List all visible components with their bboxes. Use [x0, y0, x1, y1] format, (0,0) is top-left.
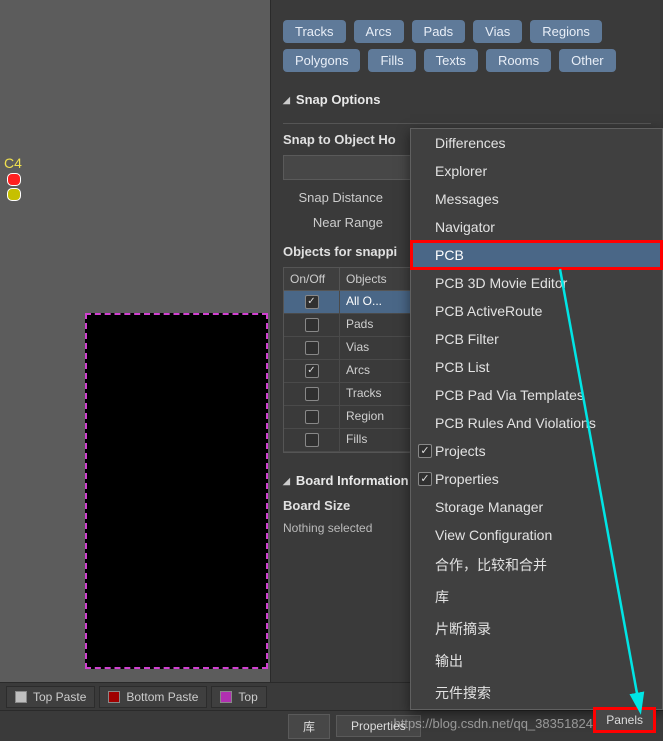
- filter-chip[interactable]: Tracks: [283, 20, 346, 43]
- menu-item[interactable]: Explorer: [411, 157, 662, 185]
- menu-item[interactable]: PCB List: [411, 353, 662, 381]
- menu-item[interactable]: 库: [411, 581, 662, 613]
- layer-tab[interactable]: Bottom Paste: [99, 686, 207, 708]
- filter-chip[interactable]: Vias: [473, 20, 522, 43]
- menu-item[interactable]: Projects: [411, 437, 662, 465]
- layer-tab-label: Top Paste: [33, 690, 86, 704]
- layer-tab[interactable]: Top: [211, 686, 266, 708]
- menu-item[interactable]: PCB: [411, 241, 662, 269]
- layer-swatch-icon: [15, 691, 27, 703]
- snap-distance-label: Snap Distance: [283, 190, 393, 205]
- table-row[interactable]: Fills: [284, 429, 422, 452]
- checkbox[interactable]: [305, 341, 319, 355]
- menu-item[interactable]: PCB Rules And Violations: [411, 409, 662, 437]
- checkbox[interactable]: [305, 295, 319, 309]
- menu-item[interactable]: 输出: [411, 645, 662, 677]
- menu-item[interactable]: Navigator: [411, 213, 662, 241]
- layer-tab-label: Bottom Paste: [126, 690, 198, 704]
- component-pad: [7, 188, 21, 201]
- snapping-objects-table: On/Off Objects All O...PadsViasArcsTrack…: [283, 267, 423, 453]
- filter-chip[interactable]: Fills: [368, 49, 415, 72]
- filter-chip[interactable]: Pads: [412, 20, 466, 43]
- menu-item[interactable]: Messages: [411, 185, 662, 213]
- menu-item[interactable]: PCB Pad Via Templates: [411, 381, 662, 409]
- board-outline: [85, 313, 268, 669]
- table-row[interactable]: Region: [284, 406, 422, 429]
- near-range-label: Near Range: [283, 215, 393, 230]
- checkbox[interactable]: [305, 364, 319, 378]
- filter-chip[interactable]: Regions: [530, 20, 602, 43]
- layer-swatch-icon: [108, 691, 120, 703]
- checkbox[interactable]: [305, 410, 319, 424]
- menu-item[interactable]: Properties: [411, 465, 662, 493]
- component-designator: C4: [4, 155, 22, 171]
- lib-button[interactable]: 库: [288, 714, 330, 739]
- properties-button[interactable]: Properties: [336, 715, 421, 737]
- component-pad: [7, 173, 21, 186]
- table-row[interactable]: Tracks: [284, 383, 422, 406]
- checkbox[interactable]: [305, 387, 319, 401]
- table-row[interactable]: All O...: [284, 291, 422, 314]
- filter-chip[interactable]: Polygons: [283, 49, 360, 72]
- filter-chip-row: Tracks Arcs Pads Vias Regions: [283, 20, 651, 43]
- menu-item[interactable]: PCB 3D Movie Editor: [411, 269, 662, 297]
- menu-item[interactable]: View Configuration: [411, 521, 662, 549]
- panels-context-menu: DifferencesExplorerMessagesNavigatorPCBP…: [410, 128, 663, 710]
- checkbox[interactable]: [305, 318, 319, 332]
- layer-tab[interactable]: Top Paste: [6, 686, 95, 708]
- filter-chip[interactable]: Texts: [424, 49, 478, 72]
- layer-swatch-icon: [220, 691, 232, 703]
- menu-item[interactable]: Differences: [411, 129, 662, 157]
- menu-item[interactable]: Storage Manager: [411, 493, 662, 521]
- bottom-bar: 库 Properties: [0, 710, 663, 741]
- table-row[interactable]: Pads: [284, 314, 422, 337]
- menu-item[interactable]: PCB ActiveRoute: [411, 297, 662, 325]
- filter-chip[interactable]: Rooms: [486, 49, 551, 72]
- table-row[interactable]: Arcs: [284, 360, 422, 383]
- table-row[interactable]: Vias: [284, 337, 422, 360]
- panels-button[interactable]: Panels: [593, 707, 656, 733]
- menu-item[interactable]: 片断摘录: [411, 613, 662, 645]
- menu-item[interactable]: PCB Filter: [411, 325, 662, 353]
- editor-canvas[interactable]: C4: [0, 0, 270, 741]
- table-header-onoff[interactable]: On/Off: [284, 268, 340, 290]
- layer-tab-label: Top: [238, 690, 257, 704]
- checkbox[interactable]: [305, 433, 319, 447]
- filter-chip-row: Polygons Fills Texts Rooms Other: [283, 49, 651, 72]
- menu-item[interactable]: 元件搜索: [411, 677, 662, 709]
- divider: [283, 123, 651, 124]
- section-snap-options[interactable]: Snap Options: [283, 92, 651, 107]
- filter-chip[interactable]: Other: [559, 49, 616, 72]
- filter-chip[interactable]: Arcs: [354, 20, 404, 43]
- menu-item[interactable]: 合作，比较和合并: [411, 549, 662, 581]
